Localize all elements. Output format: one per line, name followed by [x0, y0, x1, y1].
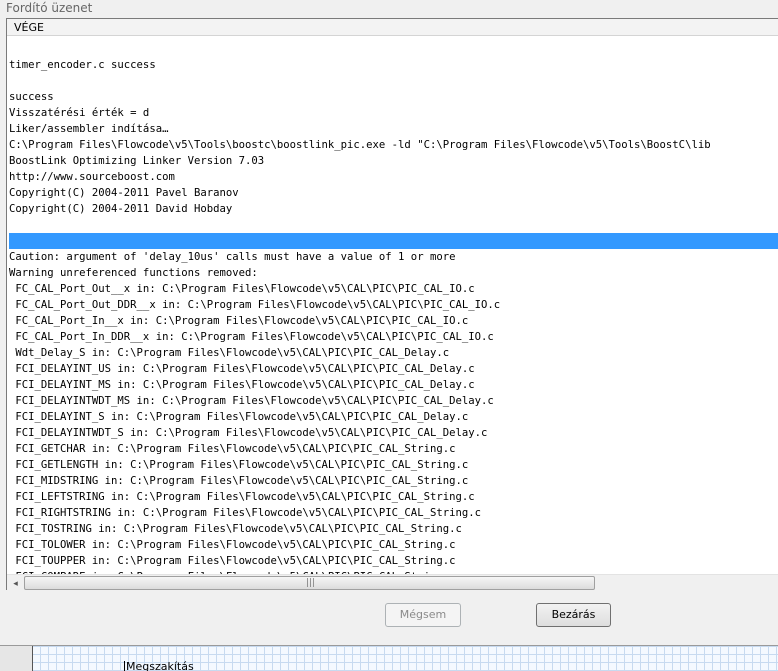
window-title: Fordító üzenet	[0, 0, 778, 18]
log-line[interactable]: C:\Program Files\Flowcode\v5\Tools\boost…	[9, 137, 778, 153]
compiler-log[interactable]: timer_encoder.c success success Visszatéré…	[9, 41, 778, 575]
background-left-bar	[0, 646, 33, 671]
log-line[interactable]: Copyright(C) 2004-2011 David Hobday	[9, 201, 778, 217]
scroll-left-arrow-icon[interactable]: ◂	[8, 576, 23, 590]
log-line[interactable]: Wdt_Delay_S in: C:\Program Files\Flowcod…	[9, 345, 778, 361]
log-line[interactable]: FCI_TOLOWER in: C:\Program Files\Flowcod…	[9, 537, 778, 553]
flowchart-background: Megszakítás	[0, 645, 778, 671]
log-line[interactable]: Warning unreferenced functions removed:	[9, 265, 778, 281]
log-line[interactable]: FCI_DELAYINTWDT_S in: C:\Program Files\F…	[9, 425, 778, 441]
cancel-button[interactable]: Mégsem	[385, 603, 461, 627]
log-line[interactable]: FC_CAL_Port_Out_DDR__x in: C:\Program Fi…	[9, 297, 778, 313]
log-line[interactable]: FCI_DELAYINT_MS in: C:\Program Files\Flo…	[9, 377, 778, 393]
compiler-output-panel: VÉGE timer_encoder.c success success Vissz…	[6, 18, 778, 590]
log-line[interactable]: success	[9, 89, 778, 105]
log-line[interactable]: Visszatérési érték = d	[9, 105, 778, 121]
log-line[interactable]: FCI_TOSTRING in: C:\Program Files\Flowco…	[9, 521, 778, 537]
log-line[interactable]	[9, 73, 778, 89]
close-button[interactable]: Bezárás	[536, 603, 611, 627]
log-line[interactable]: FC_CAL_Port_In__x in: C:\Program Files\F…	[9, 313, 778, 329]
interrupt-label: Megszakítás	[124, 660, 194, 671]
log-line[interactable]: BoostLink Optimizing Linker Version 7.03	[9, 153, 778, 169]
log-line[interactable]	[9, 233, 778, 249]
log-line[interactable]	[9, 217, 778, 233]
log-line[interactable]: FCI_MIDSTRING in: C:\Program Files\Flowc…	[9, 473, 778, 489]
log-line[interactable]: FC_CAL_Port_In_DDR__x in: C:\Program Fil…	[9, 329, 778, 345]
log-line[interactable]: FC_CAL_Port_Out__x in: C:\Program Files\…	[9, 281, 778, 297]
log-line[interactable]: Liker/assembler indítása…	[9, 121, 778, 137]
scrollbar-thumb[interactable]: |||	[24, 576, 595, 590]
log-line[interactable]: timer_encoder.c success	[9, 57, 778, 73]
log-line[interactable]: FCI_DELAYINT_S in: C:\Program Files\Flow…	[9, 409, 778, 425]
log-line[interactable]: FCI_RIGHTSTRING in: C:\Program Files\Flo…	[9, 505, 778, 521]
log-line[interactable]: FCI_GETCHAR in: C:\Program Files\Flowcod…	[9, 441, 778, 457]
log-line[interactable]: FCI_GETLENGTH in: C:\Program Files\Flowc…	[9, 457, 778, 473]
log-line[interactable]: FCI_TOUPPER in: C:\Program Files\Flowcod…	[9, 553, 778, 569]
log-line[interactable]: FCI_DELAYINT_US in: C:\Program Files\Flo…	[9, 361, 778, 377]
log-line[interactable]: FCI_DELAYINTWDT_MS in: C:\Program Files\…	[9, 393, 778, 409]
log-line[interactable]: Copyright(C) 2004-2011 Pavel Baranov	[9, 185, 778, 201]
grip-icon: |||	[306, 578, 316, 588]
log-line[interactable]: http://www.sourceboost.com	[9, 169, 778, 185]
horizontal-scrollbar[interactable]: ◂ |||	[7, 574, 778, 590]
log-line[interactable]: Caution: argument of 'delay_10us' calls …	[9, 249, 778, 265]
log-line[interactable]	[9, 41, 778, 57]
output-tab-header: VÉGE	[7, 19, 778, 36]
log-line[interactable]: FCI_LEFTSTRING in: C:\Program Files\Flow…	[9, 489, 778, 505]
